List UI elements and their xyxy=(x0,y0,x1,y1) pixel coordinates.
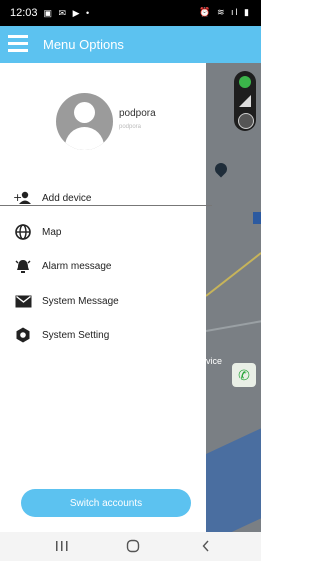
location-pin-icon[interactable] xyxy=(212,160,230,178)
map-water xyxy=(206,426,261,532)
menu-item-label: System Message xyxy=(42,295,119,307)
gear-icon xyxy=(13,327,33,343)
menu-item-label: System Setting xyxy=(42,329,110,341)
alarm-bell-icon xyxy=(13,258,33,274)
signal-icon xyxy=(239,95,251,107)
map-road xyxy=(206,252,261,297)
system-nav-bar xyxy=(0,532,261,561)
menu-item-system-message[interactable]: System Message xyxy=(0,286,206,316)
menu-item-map[interactable]: Map xyxy=(0,217,206,247)
menu-item-label: Map xyxy=(42,226,62,238)
phone-icon: ✆ xyxy=(238,367,250,383)
svg-text:+: + xyxy=(13,191,22,204)
home-button[interactable] xyxy=(125,538,141,554)
map-marker-tag[interactable] xyxy=(253,212,261,224)
headset-icon xyxy=(238,113,254,129)
profile-section: podpora podpora xyxy=(0,63,206,183)
app-bar: Menu Options xyxy=(0,26,261,63)
hamburger-menu-icon[interactable] xyxy=(8,35,28,53)
system-status-icons: ⏰ ≋ ıl ▮ xyxy=(199,7,251,17)
map-partial-label: vice xyxy=(206,356,223,366)
menu-item-label: Alarm message xyxy=(42,260,112,272)
map-layer-control[interactable] xyxy=(234,71,256,131)
app-title: Menu Options xyxy=(43,37,124,52)
map-view[interactable]: vice ✆ xyxy=(206,60,261,532)
user-subtitle: podpora xyxy=(119,124,142,130)
user-name: podpora xyxy=(119,108,156,119)
phone-button[interactable]: ✆ xyxy=(232,363,256,387)
recent-apps-button[interactable] xyxy=(54,538,70,554)
back-button[interactable] xyxy=(198,538,214,554)
status-dot-icon xyxy=(239,76,251,88)
status-bar: 12:03 ▣ ✉ ▶ • ⏰ ≋ ıl ▮ xyxy=(0,0,261,26)
navigation-drawer: Menu Options podpora podpora + Add devic… xyxy=(0,26,261,532)
notification-icons: ▣ ✉ ▶ • xyxy=(43,7,92,18)
menu-item-add-device[interactable]: + Add device xyxy=(0,183,206,213)
globe-icon xyxy=(13,224,33,240)
status-time: 12:03 xyxy=(10,7,38,19)
add-person-icon: + xyxy=(13,191,33,205)
menu-item-system-setting[interactable]: System Setting xyxy=(0,320,206,350)
map-road xyxy=(206,317,261,332)
envelope-icon xyxy=(13,295,33,308)
menu-item-label: Add device xyxy=(42,192,92,204)
avatar[interactable] xyxy=(56,93,113,150)
switch-accounts-button[interactable]: Switch accounts xyxy=(21,489,191,517)
menu-item-alarm-message[interactable]: Alarm message xyxy=(0,251,206,281)
